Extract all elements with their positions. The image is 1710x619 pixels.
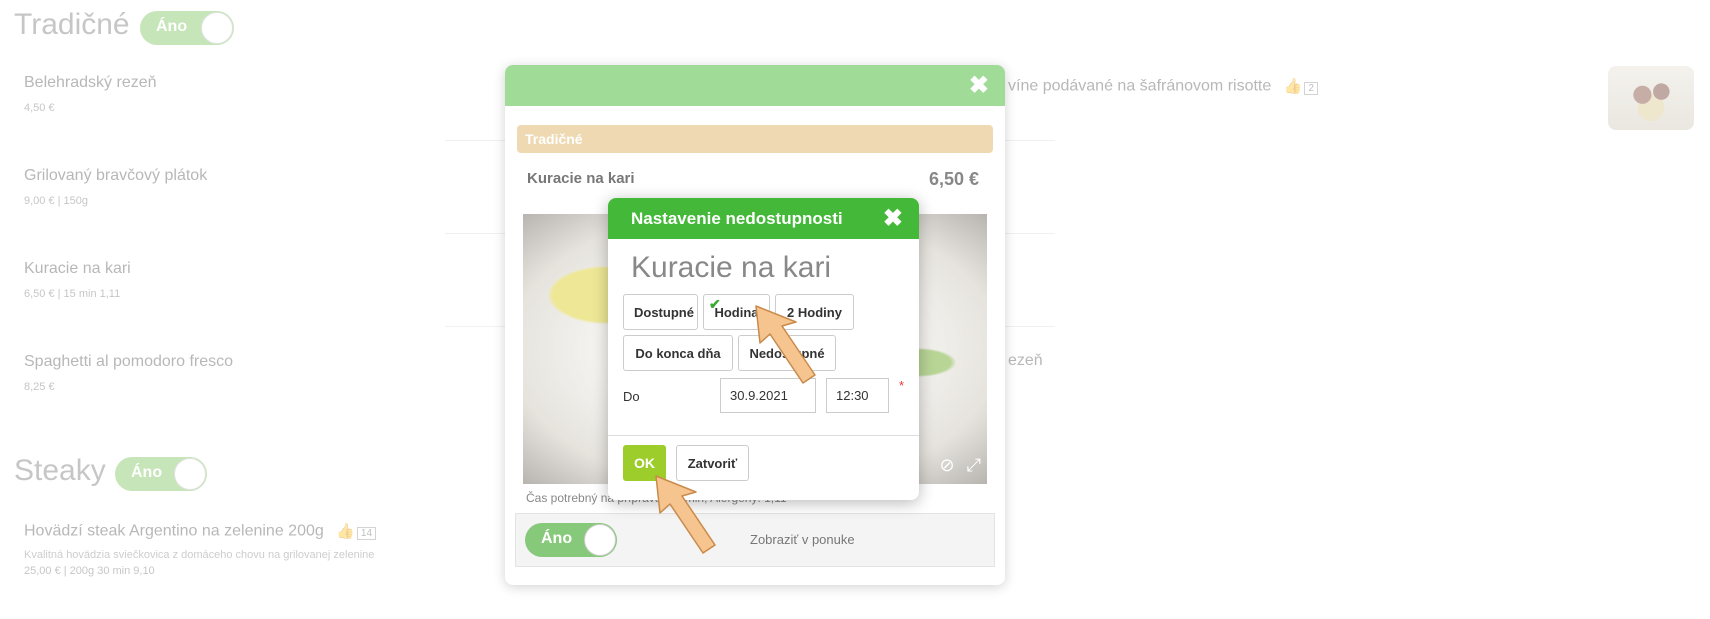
- menu-item[interactable]: Belehradský rezeň 4,50 €: [24, 74, 157, 114]
- like-count: 2: [1304, 82, 1318, 95]
- category-title-tradicne: Tradičné: [14, 8, 130, 41]
- menu-item-meta: 4,50 €: [24, 102, 55, 114]
- dialog-title: Nastavenie nedostupnosti: [631, 209, 843, 228]
- close-icon[interactable]: ✖: [883, 207, 903, 231]
- toggle-label: Áno: [541, 530, 573, 547]
- thumbs-up-icon: 👍: [1283, 78, 1303, 95]
- toggle-label: Áno: [131, 464, 163, 481]
- close-icon[interactable]: ✖: [969, 74, 989, 98]
- show-in-menu-label: Zobraziť v ponuke: [750, 532, 855, 547]
- menu-item-name: Belehradský rezeň: [24, 74, 157, 91]
- option-dostupne-button[interactable]: Dostupné: [623, 294, 698, 330]
- category-title-steaky: Steaky: [14, 454, 106, 487]
- menu-item-name: Grilovaný bravčový plátok: [24, 167, 208, 184]
- category-toggle-steaky[interactable]: Áno: [115, 457, 207, 491]
- edit-image-icon[interactable]: ⊘: [940, 455, 955, 475]
- category-toggle-tradicne[interactable]: Áno: [140, 11, 234, 45]
- dish-price: 6,50 €: [928, 169, 979, 189]
- until-time-field[interactable]: [826, 378, 889, 413]
- category-bar: Tradičné: [517, 125, 993, 153]
- menu-item-meta: 9,00 € | 150g: [24, 195, 89, 207]
- category-label: Tradičné: [525, 131, 583, 147]
- modal-footer: Áno Zobraziť v ponuke: [515, 513, 995, 567]
- modal-header: ✖: [505, 65, 1005, 106]
- dialog-header: Nastavenie nedostupnosti ✖: [608, 198, 919, 239]
- pointer-arrow-icon: [655, 475, 716, 554]
- like-count: 14: [356, 527, 377, 540]
- toggle-label: Áno: [156, 18, 188, 35]
- thumbs-up-icon: 👍: [336, 523, 355, 540]
- dish-name: Kuracie na kari: [527, 170, 635, 187]
- menu-item[interactable]: Hovädzí steak Argentino na zelenine 200g…: [24, 522, 377, 577]
- image-controls: ⊘ ⤢: [928, 455, 982, 476]
- menu-item-name: ezeň: [1008, 352, 1043, 369]
- menu-item-meta: 25,00 € | 200g 30 min 9,10: [24, 565, 155, 577]
- menu-item-name: Hovädzí steak Argentino na zelenine 200g…: [24, 522, 377, 541]
- dialog-divider: [608, 435, 919, 436]
- until-label: Do: [623, 389, 640, 404]
- menu-item-name: víne podávané na šafránovom risotte 👍 2: [1008, 77, 1318, 96]
- toggle-knob: [584, 524, 616, 556]
- menu-item-meta: 6,50 € | 15 min 1,11: [24, 288, 121, 300]
- menu-item-description: Kvalitná hovädzia sviečkovica z domáceho…: [24, 549, 375, 561]
- pointer-arrow-icon: [755, 305, 816, 384]
- fullscreen-icon[interactable]: ⤢: [967, 455, 981, 475]
- menu-item[interactable]: Spaghetti al pomodoro fresco 8,25 €: [24, 353, 233, 393]
- like-button[interactable]: 👍 2: [1284, 77, 1318, 96]
- menu-item[interactable]: Grilovaný bravčový plátok 9,00 € | 150g: [24, 167, 207, 207]
- menu-item-name: Spaghetti al pomodoro fresco: [24, 353, 234, 370]
- dish-thumbnail[interactable]: [1608, 66, 1694, 130]
- toggle-knob: [201, 12, 233, 44]
- option-do-konca-dna-button[interactable]: Do konca dňa: [623, 335, 733, 371]
- menu-item-name-text: Hovädzí steak Argentino na zelenine 200g: [24, 522, 324, 540]
- menu-item-right-partial[interactable]: ezeň: [1008, 352, 1043, 370]
- show-in-menu-toggle[interactable]: Áno: [525, 523, 617, 557]
- menu-item-meta: 8,25 €: [24, 381, 55, 393]
- menu-item-name-text: víne podávané na šafránovom risotte: [1008, 77, 1272, 95]
- toggle-knob: [174, 458, 206, 490]
- dialog-dish-name: Kuracie na kari: [631, 251, 832, 284]
- menu-item-right[interactable]: víne podávané na šafránovom risotte 👍 2: [1008, 77, 1318, 96]
- menu-item-name: Kuracie na kari: [24, 260, 131, 277]
- checkmark-icon: ✔: [709, 296, 721, 312]
- like-button[interactable]: 👍 14: [336, 522, 377, 541]
- required-marker: *: [899, 378, 905, 393]
- menu-item[interactable]: Kuracie na kari 6,50 € | 15 min 1,11: [24, 260, 131, 300]
